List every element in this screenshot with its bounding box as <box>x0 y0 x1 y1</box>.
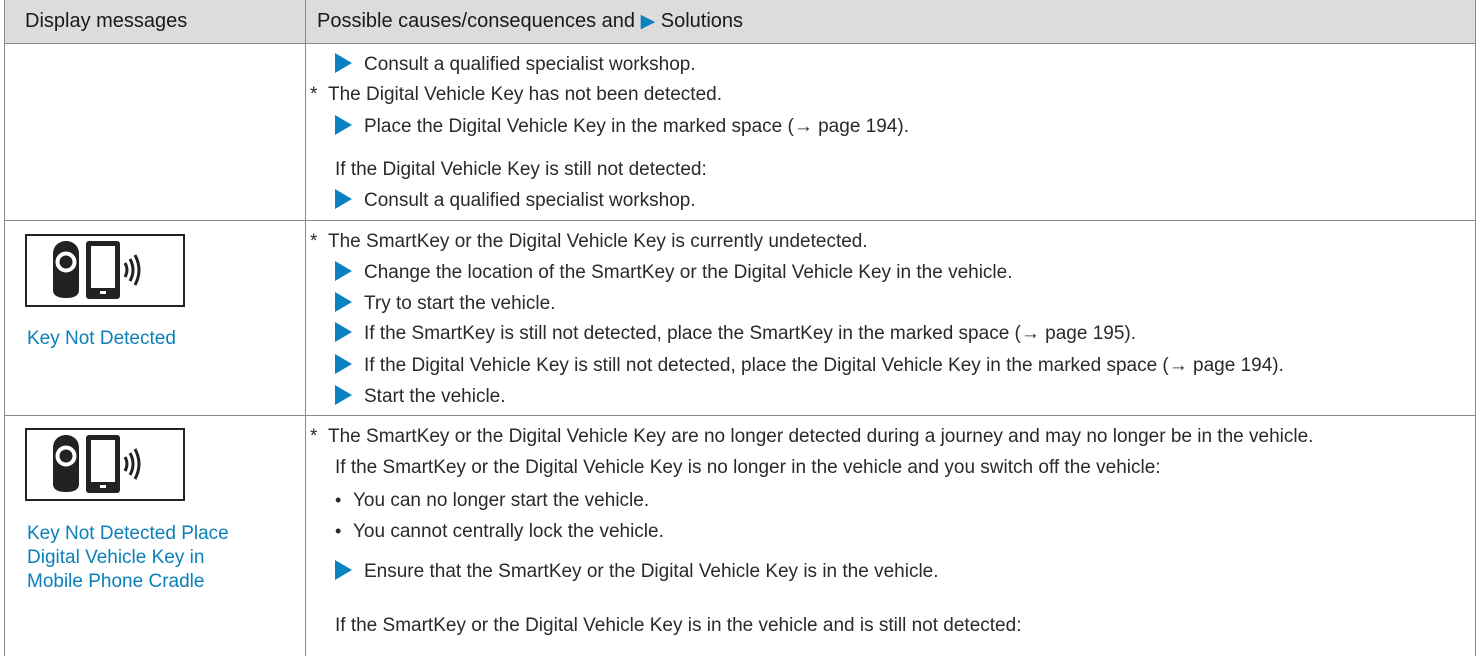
solution-arrow-icon <box>335 115 352 135</box>
asterisk-marker: * <box>310 426 318 447</box>
note-text: If the SmartKey or the Digital Vehicle K… <box>335 615 1022 636</box>
cause-item: * The Digital Vehicle Key has not been de… <box>310 84 722 105</box>
solution-arrow-icon <box>335 189 352 209</box>
solution-step: Ensure that the SmartKey or the Digital … <box>335 560 939 584</box>
row-divider <box>5 415 1475 416</box>
header-causes-solutions: Possible causes/consequences and ▶ Solut… <box>317 0 743 43</box>
table-header: Display messages Possible causes/consequ… <box>5 0 1475 44</box>
cause-item: * The SmartKey or the Digital Vehicle Key… <box>310 426 1314 447</box>
solution-step: Place the Digital Vehicle Key in the mar… <box>335 115 909 139</box>
display-messages-table: Display messages Possible causes/consequ… <box>4 0 1476 656</box>
solution-step: Start the vehicle. <box>335 385 506 409</box>
solution-step: Change the location of the SmartKey or t… <box>335 261 1013 285</box>
column-divider <box>305 0 306 656</box>
bullet-item: • You can no longer start the vehicle. <box>335 490 650 511</box>
asterisk-marker: * <box>310 231 318 252</box>
solution-arrow-icon <box>335 354 352 374</box>
header-causes-label: Possible causes/consequences and <box>317 10 635 32</box>
message-key-not-detected: Key Not Detected <box>27 328 176 349</box>
solution-step: If the SmartKey is still not detected, p… <box>335 322 1136 346</box>
solution-arrow-icon <box>335 560 352 580</box>
message-key-not-detected-cradle: Key Not Detected Place Digital Vehicle K… <box>27 523 229 592</box>
asterisk-marker: * <box>310 84 318 105</box>
solution-step: Consult a qualified specialist workshop. <box>335 189 696 213</box>
solution-step: Consult a qualified specialist workshop. <box>335 53 696 77</box>
solution-arrow-icon: ▶ <box>640 11 656 32</box>
solution-step: Try to start the vehicle. <box>335 292 555 316</box>
header-display-messages: Display messages <box>25 10 188 32</box>
solution-arrow-icon <box>335 53 352 73</box>
solution-arrow-icon <box>335 261 352 281</box>
bullet-item: • You cannot centrally lock the vehicle. <box>335 521 664 542</box>
note-text: If the Digital Vehicle Key is still not … <box>335 159 707 180</box>
header-solutions-label: Solutions <box>660 10 744 32</box>
solution-arrow-icon <box>335 292 352 312</box>
solution-arrow-icon <box>335 385 352 405</box>
bullet-marker: • <box>335 490 342 510</box>
row-divider <box>5 220 1475 221</box>
solution-arrow-icon <box>335 322 352 342</box>
key-not-detected-icon <box>25 234 185 307</box>
note-text: If the SmartKey or the Digital Vehicle K… <box>335 457 1161 478</box>
cause-item: * The SmartKey or the Digital Vehicle Key… <box>310 231 868 252</box>
bullet-marker: • <box>335 521 342 541</box>
key-not-detected-cradle-icon <box>25 428 185 501</box>
solution-step: If the Digital Vehicle Key is still not … <box>335 354 1284 378</box>
